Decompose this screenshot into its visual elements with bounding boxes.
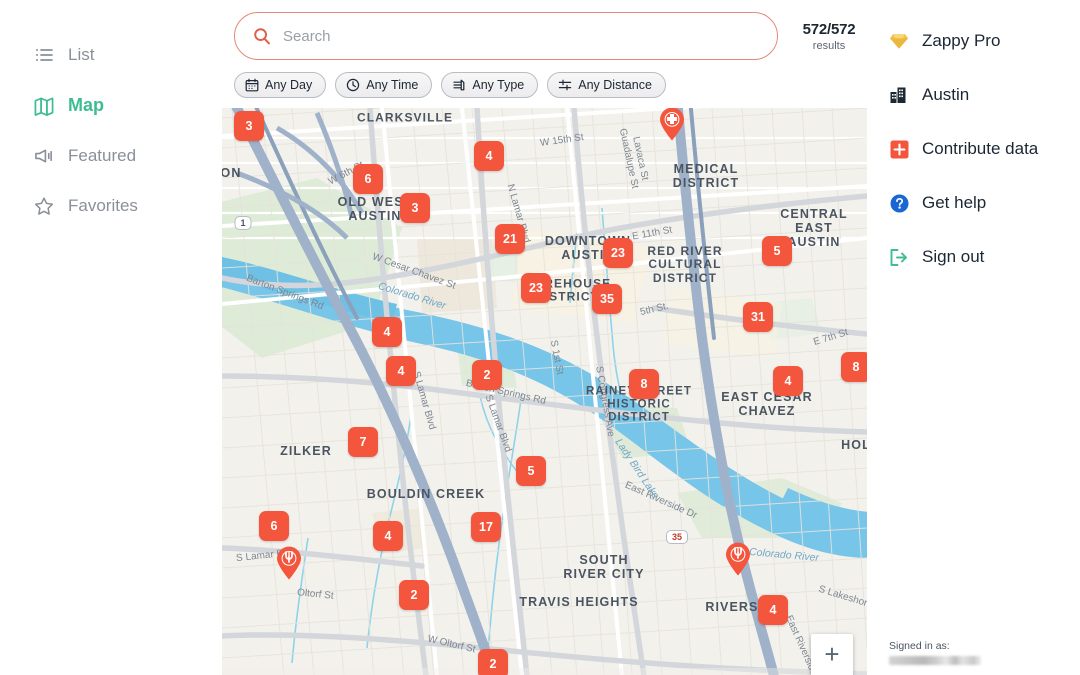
right-item-label: Zappy Pro — [922, 31, 1001, 50]
map-marker[interactable]: 4 — [386, 356, 416, 386]
restaurant-pin[interactable] — [725, 542, 751, 576]
right-item-label: Contribute data — [922, 139, 1039, 158]
left-sidebar: List Map Featured Favorites — [0, 0, 222, 675]
sidebar-item-favorites[interactable]: Favorites — [0, 181, 222, 231]
signed-in-label: Signed in as: — [889, 640, 950, 652]
signed-in-username-redacted — [889, 656, 981, 665]
right-item-contribute-data[interactable]: Contribute data — [867, 122, 1080, 176]
map-marker[interactable]: 6 — [353, 164, 383, 194]
search-input[interactable] — [283, 27, 743, 45]
filter-any-time[interactable]: Any Time — [335, 72, 433, 98]
right-item-label: Get help — [922, 193, 987, 212]
map-canvas[interactable]: W 15th St W 6th St N Lamar Blvd Guadalupe S… — [222, 108, 867, 675]
search-row: 572/572 results — [222, 0, 867, 60]
filter-chips: Any Day Any Time Any Type Any Distance — [222, 60, 867, 108]
right-item-zappy-pro[interactable]: Zappy Pro — [867, 14, 1080, 68]
sign-out-icon — [889, 247, 909, 267]
map-marker[interactable]: 2 — [478, 649, 508, 675]
highway-shield: 1 — [234, 216, 252, 230]
signed-in-block: Signed in as: — [889, 640, 981, 665]
center-column: 572/572 results Any Day — [222, 0, 867, 675]
diamond-icon — [889, 31, 909, 51]
right-item-get-help[interactable]: Get help — [867, 176, 1080, 230]
right-panel: Zappy Pro Austin Contribute data Get hel… — [867, 0, 1080, 675]
map-marker[interactable]: 21 — [495, 224, 525, 254]
search-icon — [253, 27, 271, 45]
document-list-icon — [452, 78, 466, 92]
map-marker[interactable]: 4 — [773, 366, 803, 396]
map-marker[interactable]: 5 — [516, 456, 546, 486]
map-marker[interactable]: 4 — [373, 521, 403, 551]
map-marker[interactable]: 8 — [629, 369, 659, 399]
map-marker[interactable]: 8 — [841, 352, 867, 382]
map-marker[interactable]: 2 — [399, 580, 429, 610]
right-item-label: Sign out — [922, 247, 985, 266]
map-marker[interactable]: 4 — [758, 595, 788, 625]
clock-icon — [346, 78, 360, 92]
sidebar-item-list[interactable]: List — [0, 30, 222, 80]
results-label: results — [812, 39, 846, 52]
star-icon — [34, 196, 54, 216]
list-icon — [34, 45, 54, 65]
map-marker[interactable]: 23 — [603, 238, 633, 268]
sidebar-item-map[interactable]: Map — [0, 80, 222, 131]
search-box[interactable] — [234, 12, 778, 60]
filter-any-distance[interactable]: Any Distance — [547, 72, 666, 98]
map-marker[interactable]: 23 — [521, 273, 551, 303]
sidebar-item-label: Featured — [68, 146, 137, 165]
results-count: 572/572 — [802, 20, 856, 38]
right-item-sign-out[interactable]: Sign out — [867, 230, 1080, 284]
sidebar-item-label: Map — [68, 95, 104, 115]
right-item-label: Austin — [922, 85, 970, 104]
filter-any-type[interactable]: Any Type — [441, 72, 539, 98]
calendar-icon — [245, 78, 259, 92]
map-marker[interactable]: 3 — [400, 193, 430, 223]
map-marker[interactable]: 2 — [472, 360, 502, 390]
results-counter: 572/572 results — [794, 21, 864, 52]
right-item-austin[interactable]: Austin — [867, 68, 1080, 122]
sidebar-item-featured[interactable]: Featured — [0, 131, 222, 181]
map-marker[interactable]: 6 — [259, 511, 289, 541]
filter-label: Any Day — [265, 78, 313, 92]
restaurant-pin[interactable] — [276, 546, 302, 580]
map-marker[interactable]: 7 — [348, 427, 378, 457]
map-marker[interactable]: 31 — [743, 302, 773, 332]
map-marker[interactable]: 17 — [471, 512, 501, 542]
filter-label: Any Distance — [578, 78, 652, 92]
plus-square-icon — [889, 139, 909, 159]
map-marker[interactable]: 4 — [474, 141, 504, 171]
sidebar-item-label: List — [68, 45, 95, 64]
question-circle-icon — [889, 193, 909, 213]
map-basemap — [222, 108, 867, 675]
filter-any-day[interactable]: Any Day — [234, 72, 327, 98]
map-marker[interactable]: 3 — [234, 111, 264, 141]
map-marker[interactable]: 5 — [762, 236, 792, 266]
map-marker[interactable]: 35 — [592, 284, 622, 314]
app-root: List Map Featured Favorites Search 572/5… — [0, 0, 1080, 675]
megaphone-icon — [34, 146, 54, 166]
map-zoom-controls: + — [811, 634, 853, 675]
map-marker[interactable]: 4 — [372, 317, 402, 347]
filter-label: Any Type — [472, 78, 525, 92]
map-icon — [34, 96, 54, 116]
sliders-icon — [558, 78, 572, 92]
hospital-pin[interactable] — [659, 108, 685, 141]
city-icon — [889, 85, 909, 105]
zoom-in-button[interactable]: + — [811, 634, 853, 675]
highway-shield: 35 — [665, 530, 689, 544]
sidebar-item-label: Favorites — [68, 196, 138, 215]
filter-label: Any Time — [366, 78, 419, 92]
